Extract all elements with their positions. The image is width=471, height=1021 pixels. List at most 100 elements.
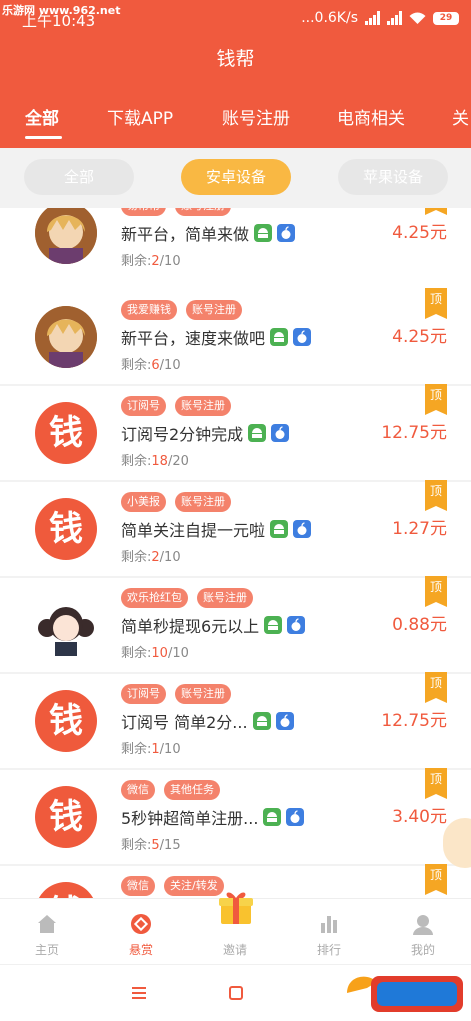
wifi-icon bbox=[409, 12, 426, 24]
pin-badge: 顶 bbox=[425, 768, 447, 799]
home-square-icon[interactable] bbox=[227, 985, 245, 1001]
android-icon bbox=[270, 328, 289, 346]
nav-home[interactable]: 主页 bbox=[0, 899, 94, 965]
money-avatar: 钱 bbox=[35, 882, 97, 898]
task-title-row: 订阅号 简单2分... bbox=[121, 709, 294, 733]
nav-reward[interactable]: 悬赏 bbox=[94, 899, 188, 965]
apple-icon bbox=[286, 808, 305, 826]
remaining-remaining-label: 剩余: bbox=[121, 550, 152, 565]
remaining-total: /10 bbox=[167, 646, 189, 661]
task-price: 1.27元 bbox=[392, 519, 447, 539]
tab-more[interactable]: 关 bbox=[452, 104, 469, 129]
remaining-remaining: 18 bbox=[151, 454, 168, 469]
tab-download-app[interactable]: 下载APP bbox=[107, 104, 173, 129]
task-price: 12.75元 bbox=[381, 711, 447, 731]
task-tags: 小美报 账号注册 bbox=[121, 492, 231, 512]
task-row[interactable]: 我爱赚钱 账号注册 新平台，速度来做吧 剩余:6/10 4.25元 顶 bbox=[0, 288, 471, 384]
apple-icon bbox=[271, 424, 290, 442]
task-tag: 小美报 bbox=[121, 492, 166, 512]
task-tags: 订阅号 账号注册 bbox=[121, 396, 231, 416]
nav-mine[interactable]: 我的 bbox=[376, 899, 470, 965]
nav-invite-label: 邀请 bbox=[222, 943, 247, 957]
task-title-row: 5秒钟超简单注册... bbox=[121, 805, 305, 829]
filter-android-button[interactable]: 安卓设备 bbox=[181, 159, 291, 195]
category-tabs: 全部 下载APP 账号注册 电商相关 关 bbox=[0, 104, 471, 138]
avatar-glyph: 钱 bbox=[49, 509, 83, 549]
remaining-remaining: 1 bbox=[151, 742, 160, 757]
remaining-remaining: 6 bbox=[151, 358, 160, 373]
task-price: 3.40元 bbox=[392, 807, 447, 827]
android-icon bbox=[248, 424, 267, 442]
remaining-remaining-label: 剩余: bbox=[121, 646, 152, 661]
task-tag: 易帮帮 bbox=[121, 208, 166, 216]
task-tag: 订阅号 bbox=[121, 684, 166, 704]
remaining-total: /15 bbox=[159, 838, 181, 853]
tab-ecommerce[interactable]: 电商相关 bbox=[337, 104, 405, 129]
task-title: 5秒钟超简单注册... bbox=[121, 809, 259, 828]
remaining-total: /20 bbox=[167, 454, 189, 469]
signal-icon-2 bbox=[387, 11, 402, 25]
filter-apple-button[interactable]: 苹果设备 bbox=[338, 159, 448, 195]
money-avatar: 钱 bbox=[35, 786, 97, 848]
task-title-row: 订阅号2分钟完成 bbox=[121, 421, 290, 445]
user-avatar bbox=[35, 306, 97, 368]
filter-all-button[interactable]: 全部 bbox=[24, 159, 134, 195]
task-row[interactable]: 易帮帮 账号注册新平台，简单来做剩余:2/10 4.25元 顶 bbox=[0, 208, 471, 302]
remaining-total: /10 bbox=[159, 358, 181, 373]
money-avatar: 钱 bbox=[35, 498, 97, 560]
apple-icon bbox=[275, 712, 294, 730]
task-row[interactable]: 钱 小美报 账号注册 简单关注自提一元啦 剩余:2/10 1.27元 顶 bbox=[0, 480, 471, 576]
task-remaining: 剩余:10/10 bbox=[121, 642, 189, 661]
task-price: 0.88元 bbox=[392, 615, 447, 635]
nav-rank[interactable]: 排行 bbox=[282, 899, 376, 965]
avatar-glyph: 钱 bbox=[49, 701, 83, 741]
pin-badge: 顶 bbox=[425, 480, 447, 511]
android-icon bbox=[270, 520, 289, 538]
task-remaining: 剩余:18/20 bbox=[121, 450, 189, 469]
task-tag: 账号注册 bbox=[175, 396, 231, 416]
apple-icon bbox=[287, 616, 306, 634]
app-screen: 乐游网 www.962.net 上午10:43 ...0.6K/s 29 钱帮 … bbox=[0, 0, 471, 1021]
remaining-remaining-label: 剩余: bbox=[121, 838, 152, 853]
task-tags: 欢乐抢红包 账号注册 bbox=[121, 588, 253, 608]
task-tags: 订阅号 账号注册 bbox=[121, 684, 231, 704]
tab-account-register[interactable]: 账号注册 bbox=[222, 104, 290, 129]
menu-icon[interactable] bbox=[130, 985, 148, 1001]
remaining-remaining: 2 bbox=[151, 254, 160, 269]
reward-icon bbox=[131, 914, 151, 934]
site-watermark-logo bbox=[347, 976, 463, 1012]
battery-icon: 29 bbox=[433, 11, 459, 25]
pin-badge: 顶 bbox=[425, 384, 447, 415]
signal-icon bbox=[365, 11, 380, 25]
avatar-glyph: 钱 bbox=[49, 797, 83, 837]
gift-icon[interactable] bbox=[217, 888, 255, 926]
task-tag: 微信 bbox=[121, 780, 155, 800]
money-avatar: 钱 bbox=[35, 402, 97, 464]
task-row[interactable]: 钱 订阅号 账号注册 订阅号2分钟完成 剩余:18/20 12.75元 顶 bbox=[0, 384, 471, 480]
task-row[interactable]: 欢乐抢红包 账号注册 简单秒提现6元以上 剩余:10/10 0.88元 顶 bbox=[0, 576, 471, 672]
remaining-remaining-label: 剩余: bbox=[121, 358, 152, 373]
task-tag: 账号注册 bbox=[175, 684, 231, 704]
page-title: 钱帮 bbox=[216, 48, 255, 70]
tab-indicator bbox=[25, 136, 62, 139]
task-row[interactable]: 钱 订阅号 账号注册 订阅号 简单2分... 剩余:1/10 12.75元 顶 bbox=[0, 672, 471, 768]
task-title: 新平台，速度来做吧 bbox=[121, 329, 266, 348]
nav-rank-label: 排行 bbox=[316, 943, 341, 957]
tab-all[interactable]: 全部 bbox=[25, 104, 59, 129]
task-remaining: 剩余:2/10 bbox=[121, 250, 181, 269]
remaining-remaining-label: 剩余: bbox=[121, 254, 152, 269]
task-tags: 我爱赚钱 账号注册 bbox=[121, 300, 242, 320]
task-tag: 账号注册 bbox=[197, 588, 253, 608]
apple-icon bbox=[293, 328, 312, 346]
pin-badge: 顶 bbox=[425, 208, 447, 215]
task-tags: 易帮帮 账号注册 bbox=[121, 208, 231, 216]
task-tag: 微信 bbox=[121, 876, 155, 896]
task-tag: 我爱赚钱 bbox=[121, 300, 177, 320]
money-avatar: 钱 bbox=[35, 690, 97, 752]
task-tags: 微信 其他任务 bbox=[121, 780, 220, 800]
task-remaining: 剩余:2/10 bbox=[121, 546, 181, 565]
task-row[interactable]: 钱 微信 其他任务 5秒钟超简单注册... 剩余:5/15 3.40元 顶 bbox=[0, 768, 471, 864]
profile-icon bbox=[413, 915, 433, 935]
remaining-remaining: 2 bbox=[151, 550, 160, 565]
task-list: 易帮帮账号注册新平台，简单来做剩余:2/104.25元顶我爱赚钱账号注册新平台，… bbox=[0, 208, 471, 898]
